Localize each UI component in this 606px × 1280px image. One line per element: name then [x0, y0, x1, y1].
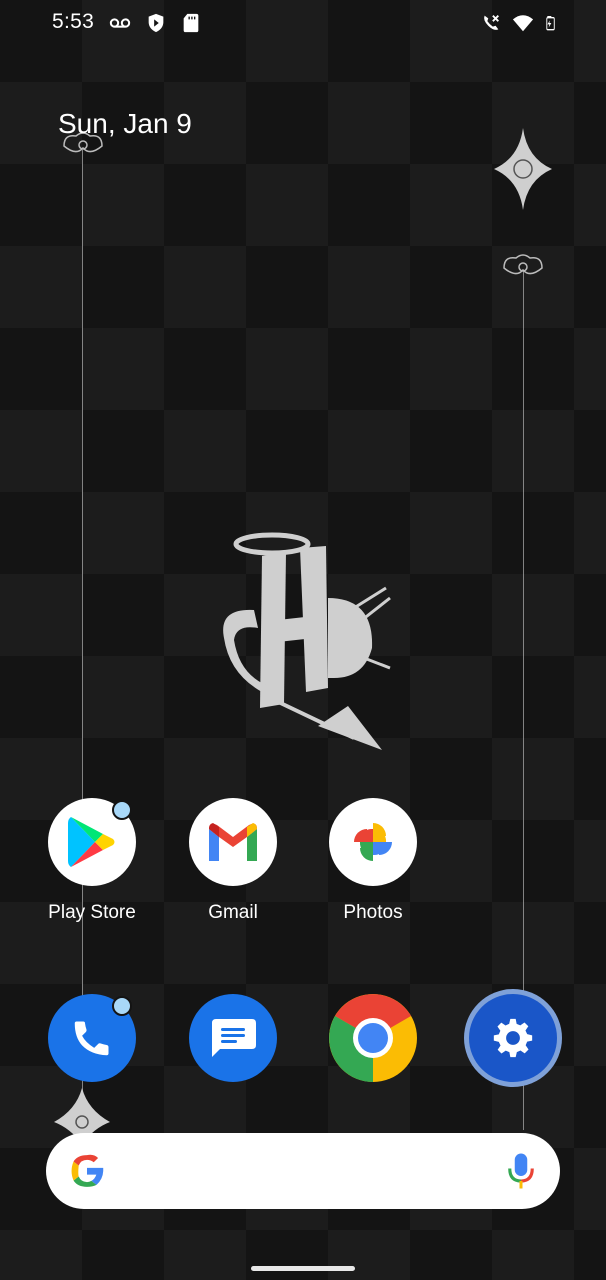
notification-dot: [112, 800, 132, 820]
chrome-icon[interactable]: [329, 994, 417, 1082]
app-play-store[interactable]: Play Store: [22, 798, 162, 924]
phone-icon[interactable]: [48, 994, 136, 1082]
date-widget[interactable]: Sun, Jan 9: [58, 108, 192, 140]
status-bar: 5:53: [0, 0, 606, 46]
dock-settings[interactable]: [443, 994, 583, 1082]
dock-phone[interactable]: [22, 994, 162, 1082]
wallpaper-emblem-logo: [223, 532, 391, 750]
google-search-bar[interactable]: [46, 1133, 560, 1209]
notification-dot: [112, 996, 132, 1016]
google-g-icon: [71, 1154, 104, 1187]
messages-icon[interactable]: [189, 994, 277, 1082]
shield-play-icon: [148, 13, 164, 33]
sd-card-icon: [183, 13, 199, 33]
dock-chrome[interactable]: [303, 994, 443, 1082]
app-label: Photos: [343, 902, 403, 923]
app-gmail[interactable]: Gmail: [163, 798, 303, 924]
status-time: 5:53: [52, 10, 95, 33]
wallpaper-string-left: [82, 150, 83, 1130]
home-screen: 5:53 Sun, Jan 9 Play Store Gmail Photos: [0, 0, 606, 1280]
voicemail-icon: [109, 18, 131, 28]
wallpaper-ornament-right-icon: [503, 254, 543, 275]
app-label: Gmail: [208, 902, 258, 923]
settings-icon[interactable]: [469, 994, 557, 1082]
photos-icon[interactable]: [329, 798, 417, 886]
mic-icon[interactable]: [506, 1151, 536, 1191]
no-call-icon: [484, 15, 499, 30]
app-photos[interactable]: Photos: [303, 798, 443, 924]
gmail-icon[interactable]: [189, 798, 277, 886]
battery-charging-icon: [546, 16, 555, 31]
dock-messages[interactable]: [163, 994, 303, 1082]
app-label: Play Store: [48, 902, 136, 923]
wallpaper-diamond-top-right-icon: [494, 128, 552, 210]
wifi-icon: [512, 15, 534, 32]
play-store-icon[interactable]: [48, 798, 136, 886]
gesture-nav-handle[interactable]: [251, 1266, 355, 1271]
